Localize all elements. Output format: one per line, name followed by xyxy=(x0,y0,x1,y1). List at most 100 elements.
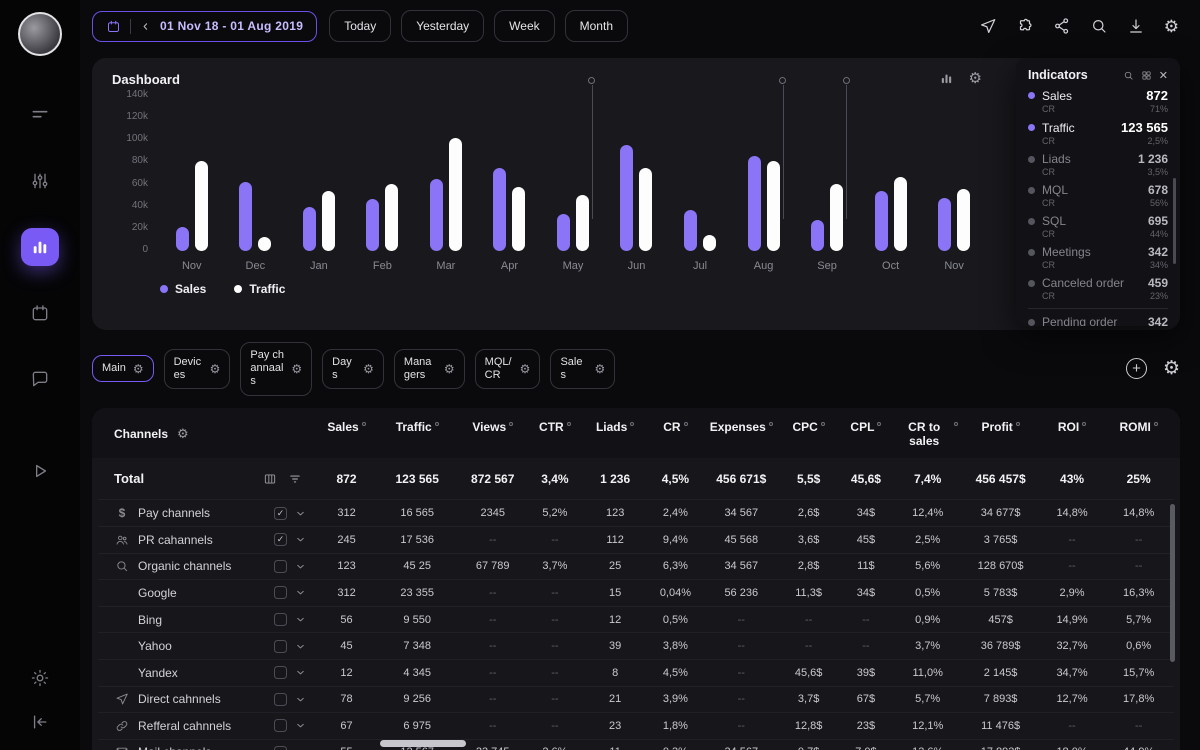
chart-annotation-line[interactable] xyxy=(783,85,784,219)
table-row-refferal-cahnnels[interactable]: Refferal cahnnels676 975----231,8%--12,8… xyxy=(98,713,1174,740)
sales-bar[interactable] xyxy=(366,199,379,251)
col-header-cr-to-sales[interactable]: CR to sales xyxy=(895,408,960,459)
indicator-sql[interactable]: SQL695CR44% xyxy=(1028,214,1168,239)
indicator-meetings[interactable]: Meetings342CR34% xyxy=(1028,245,1168,270)
chevron-down-icon[interactable] xyxy=(295,561,306,572)
row-checkbox[interactable] xyxy=(274,640,287,653)
traffic-bar[interactable] xyxy=(830,184,843,251)
gear-icon[interactable]: ⚙ xyxy=(969,71,982,86)
chevron-down-icon[interactable] xyxy=(295,534,306,545)
sales-bar[interactable] xyxy=(493,168,506,251)
range-yesterday-button[interactable]: Yesterday xyxy=(401,10,484,42)
info-icon[interactable] xyxy=(1016,422,1020,426)
traffic-bar[interactable] xyxy=(894,177,907,251)
sales-bar[interactable] xyxy=(684,210,697,251)
search-icon[interactable] xyxy=(1123,70,1134,81)
chevron-down-icon[interactable] xyxy=(295,641,306,652)
table-row-pr-cahannels[interactable]: PR cahannels✓24517 536----1129,4%45 5683… xyxy=(98,527,1174,554)
indicator-canceled-order[interactable]: Canceled order459CR23% xyxy=(1028,276,1168,301)
row-checkbox[interactable] xyxy=(274,693,287,706)
date-range-picker[interactable]: 01 Nov 18 - 01 Aug 2019 xyxy=(92,11,317,42)
traffic-bar[interactable] xyxy=(258,237,271,251)
chart-annotation-line[interactable] xyxy=(592,85,593,219)
sales-bar[interactable] xyxy=(938,198,951,251)
sales-bar[interactable] xyxy=(875,191,888,251)
sales-bar[interactable] xyxy=(811,220,824,251)
col-header-ctr[interactable]: CTR xyxy=(528,408,582,459)
sidebar-item-bar-chart[interactable] xyxy=(21,228,59,266)
table-row-pay-channels[interactable]: $Pay channels✓31216 56523455,2%1232,4%34… xyxy=(98,500,1174,527)
traffic-bar[interactable] xyxy=(767,161,780,251)
range-month-button[interactable]: Month xyxy=(565,10,628,42)
info-icon[interactable] xyxy=(821,422,825,426)
sidebar-item-collapse[interactable] xyxy=(30,712,50,732)
table-row-organic-channels[interactable]: Organic channels12345 2567 7893,7%256,3%… xyxy=(98,554,1174,581)
sales-bar[interactable] xyxy=(239,182,252,251)
legend-item-traffic[interactable]: Traffic xyxy=(234,282,285,296)
traffic-bar[interactable] xyxy=(385,184,398,251)
filter-chip-devices[interactable]: Devices⚙ xyxy=(164,349,231,389)
col-header-sales[interactable]: Sales xyxy=(316,408,377,459)
col-header-roi[interactable]: ROI xyxy=(1041,408,1104,459)
row-checkbox[interactable] xyxy=(274,666,287,679)
gear-icon[interactable]: ⚙ xyxy=(177,427,189,440)
range-today-button[interactable]: Today xyxy=(329,10,391,42)
traffic-bar[interactable] xyxy=(957,189,970,251)
filter-chip-main[interactable]: Main⚙ xyxy=(92,355,154,382)
sidebar-item-calendar[interactable] xyxy=(21,294,59,332)
sidebar-item-play[interactable] xyxy=(21,452,59,490)
info-icon[interactable] xyxy=(630,422,634,426)
range-week-button[interactable]: Week xyxy=(494,10,554,42)
traffic-bar[interactable] xyxy=(449,138,462,251)
filter-chip-managers[interactable]: Managers⚙ xyxy=(394,349,465,389)
col-header-cr[interactable]: CR xyxy=(649,408,703,459)
row-checkbox[interactable] xyxy=(274,719,287,732)
indicator-sales[interactable]: Sales872CR71% xyxy=(1028,88,1168,114)
chevron-down-icon[interactable] xyxy=(295,667,306,678)
traffic-bar[interactable] xyxy=(512,187,525,251)
col-header-romi[interactable]: ROMI xyxy=(1103,408,1174,459)
sales-bar[interactable] xyxy=(557,214,570,251)
chevron-down-icon[interactable] xyxy=(295,614,306,625)
sidebar-item-chat[interactable] xyxy=(21,360,59,398)
sidebar-item-brightness[interactable] xyxy=(30,668,50,688)
info-icon[interactable] xyxy=(567,422,571,426)
info-icon[interactable] xyxy=(509,422,513,426)
row-checkbox[interactable]: ✓ xyxy=(274,533,287,546)
chart-annotation-dot[interactable] xyxy=(779,77,786,84)
avatar[interactable] xyxy=(18,12,62,56)
sales-bar[interactable] xyxy=(303,207,316,251)
columns-icon[interactable] xyxy=(263,472,277,486)
sales-bar[interactable] xyxy=(620,145,633,251)
indicator-mql[interactable]: MQL678CR56% xyxy=(1028,183,1168,208)
legend-item-sales[interactable]: Sales xyxy=(160,282,206,296)
info-icon[interactable] xyxy=(684,422,688,426)
table-row-google[interactable]: Google31223 355----150,04%56 23611,3$34$… xyxy=(98,580,1174,607)
info-icon[interactable] xyxy=(362,422,366,426)
table-row-total[interactable]: Total872123 565872 5673,4%1 2364,5%456 6… xyxy=(98,458,1174,500)
table-vertical-scrollbar[interactable] xyxy=(1170,504,1175,662)
chevron-down-icon[interactable] xyxy=(295,694,306,705)
traffic-bar[interactable] xyxy=(322,191,335,251)
row-checkbox[interactable] xyxy=(274,613,287,626)
info-icon[interactable] xyxy=(1082,422,1086,426)
info-icon[interactable] xyxy=(1154,422,1158,426)
chevron-down-icon[interactable] xyxy=(295,508,306,519)
search-button[interactable] xyxy=(1089,16,1109,36)
indicators-scrollbar[interactable] xyxy=(1173,178,1176,264)
table-row-bing[interactable]: Bing569 550----120,5%------0,9%457$14,9%… xyxy=(98,607,1174,634)
traffic-bar[interactable] xyxy=(195,161,208,251)
row-checkbox[interactable]: ✓ xyxy=(274,507,287,520)
filter-chip-days[interactable]: Days⚙ xyxy=(322,349,384,389)
table-horizontal-scrollbar[interactable] xyxy=(380,740,466,747)
chart-annotation-dot[interactable] xyxy=(843,77,850,84)
info-icon[interactable] xyxy=(954,422,958,426)
indicator-pending-order[interactable]: Pending order342 xyxy=(1028,308,1168,326)
info-icon[interactable] xyxy=(769,422,773,426)
col-header-traffic[interactable]: Traffic xyxy=(377,408,457,459)
row-checkbox[interactable] xyxy=(274,560,287,573)
col-header-cpc[interactable]: CPC xyxy=(780,408,837,459)
sidebar-item-sliders[interactable] xyxy=(21,162,59,200)
indicator-traffic[interactable]: Traffic123 565CR2,5% xyxy=(1028,120,1168,146)
puzzle-button[interactable] xyxy=(1015,16,1035,36)
